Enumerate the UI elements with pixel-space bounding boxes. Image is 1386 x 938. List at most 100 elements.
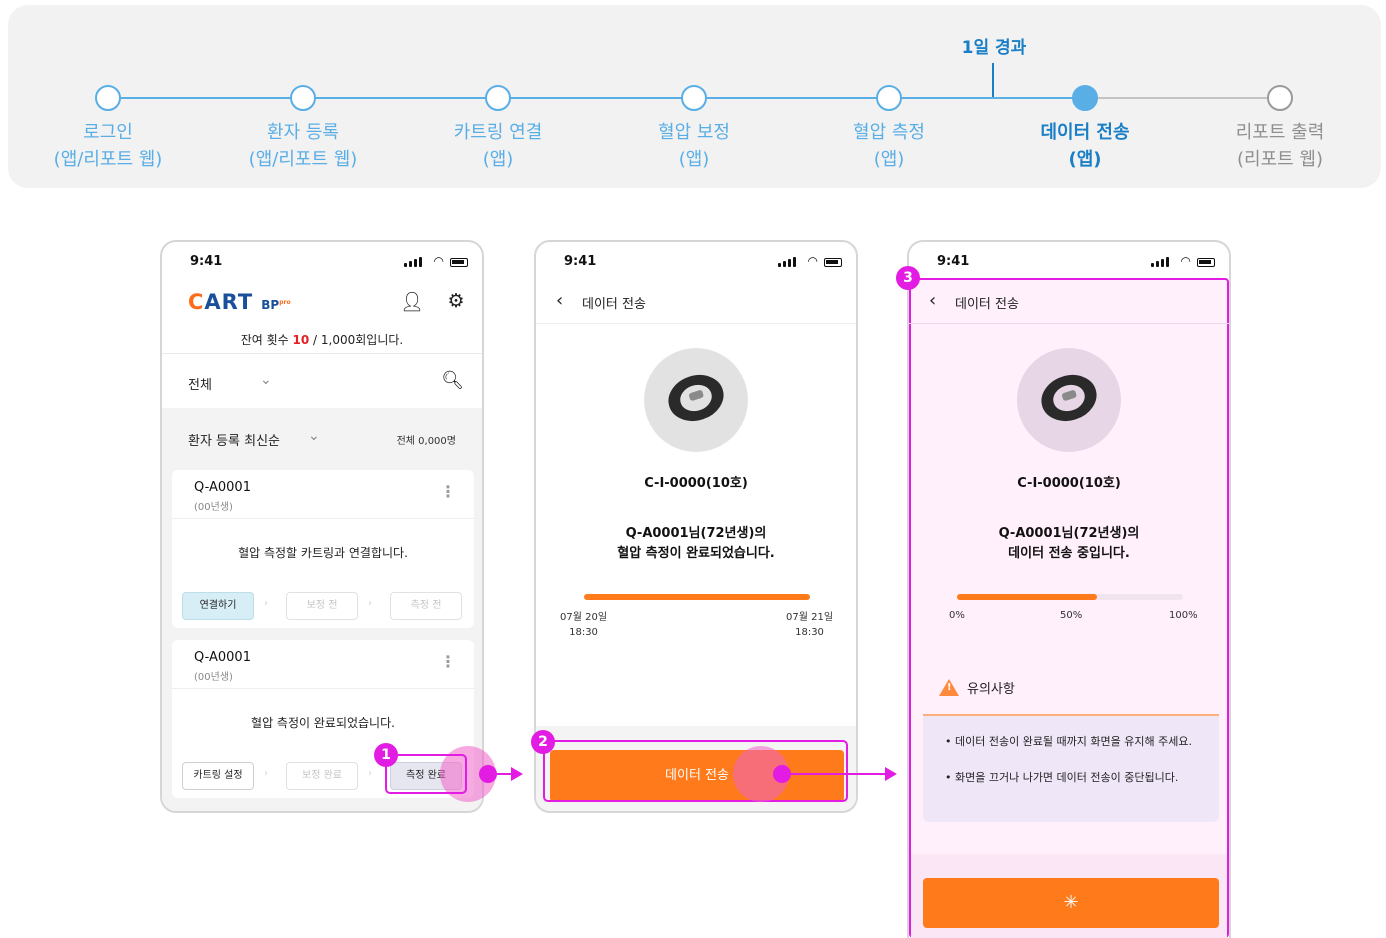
status-message: Q-A0001님(72년생)의 혈압 측정이 완료되었습니다. (617, 526, 775, 561)
remaining-count-bar: 잔여 횟수 10 / 1,000회입니다. (162, 326, 482, 354)
card-message: 혈압 측정이 완료되었습니다. (251, 716, 395, 730)
progress-tick-50: 50% (1060, 610, 1083, 621)
calibration-status: 보정 전 (286, 592, 358, 620)
calibration-status: 보정 완료 (286, 762, 358, 790)
end-datetime: 07월 21일 18:30 (786, 612, 834, 638)
patient-id: Q-A0001 (194, 480, 251, 495)
signal-icon (404, 257, 422, 267)
signal-icon (1151, 257, 1169, 267)
cartring-settings-button[interactable]: 카트링 설정 (182, 762, 254, 790)
notice-header: 유의사항 (939, 678, 1015, 697)
arrow-right-icon (511, 767, 523, 781)
step-label: 데이터 전송 (앱) (1040, 122, 1130, 170)
signal-icon (778, 257, 796, 267)
remaining-count: 10 (292, 333, 310, 347)
status-bar: 9:41 ◠ (536, 242, 856, 284)
filter-dropdown[interactable]: 전체 (188, 374, 212, 393)
arrow-right-icon (885, 767, 897, 781)
phone-patient-list: 9:41 ◠ CART BPpro 👤︎ ⚙ 잔여 횟수 10 / 1,000회… (160, 240, 484, 813)
warning-icon (939, 679, 959, 696)
measurement-period-bar (584, 594, 810, 600)
more-icon[interactable]: ⋮ (440, 482, 456, 501)
search-icon[interactable]: 🔍︎ (441, 370, 464, 391)
current-step-label: 1일 경과 (961, 38, 1027, 58)
status-bar: 9:41 ◠ (909, 242, 1229, 284)
back-icon[interactable]: ‹ (556, 290, 563, 311)
patient-card: Q-A0001 (00년생) ⋮ 혈압 측정할 카트링과 연결합니다. 연결하기… (172, 470, 474, 628)
step-label: 로그인 (앱/리포트 웹) (53, 122, 163, 170)
connector-dot (773, 765, 791, 783)
patient-list: 환자 등록 최신순 ⌄ 전체 0,000명 Q-A0001 (00년생) ⋮ 혈… (162, 408, 482, 811)
gear-icon[interactable]: ⚙ (444, 290, 468, 314)
step-dot (95, 85, 121, 111)
wifi-icon: ◠ (1180, 254, 1191, 268)
device-name: C-I-0000(10호) (644, 476, 748, 491)
start-datetime: 07월 20일 18:30 (560, 612, 608, 638)
transfer-progress-fill (957, 594, 1098, 600)
cartring-device-image (644, 348, 748, 452)
status-bar: 9:41 ◠ (162, 242, 482, 284)
arrow-line (790, 773, 886, 775)
device-name: C-I-0000(10호) (1017, 476, 1121, 491)
transfer-progress-bar (957, 594, 1183, 600)
highlight-measure-complete (385, 754, 467, 794)
step-badge-2: 2 (531, 730, 555, 754)
progress-tick-100: 100% (1169, 610, 1198, 621)
chevron-right-icon: › (368, 768, 372, 779)
chevron-right-icon: › (368, 598, 372, 609)
chevron-right-icon: › (264, 768, 268, 779)
page-title: 데이터 전송 (955, 297, 1019, 312)
step-dot (1072, 85, 1098, 111)
chevron-down-icon[interactable]: ⌄ (260, 372, 272, 388)
step-label: 환자 등록 (앱/리포트 웹) (248, 122, 358, 170)
divider (172, 518, 474, 519)
canvas: 1일 경과 로그인 (앱/리포트 웹) 환자 등록 (앱/리포트 웹) 카트링 연결… (0, 0, 1386, 938)
card-message: 혈압 측정할 카트링과 연결합니다. (238, 546, 408, 560)
page-title: 데이터 전송 (582, 297, 646, 312)
phone-measure-complete: 9:41 ◠ ‹ 데이터 전송 C-I-0000(10호) Q-A0001님(7… (534, 240, 858, 813)
back-icon[interactable]: ‹ (929, 290, 936, 311)
spinner-icon: ✳ (1063, 892, 1079, 913)
step-label: 혈압 보정 (앱) (658, 122, 730, 170)
filter-bar: 전체 ⌄ 🔍︎ (162, 364, 482, 404)
total-count: 전체 0,000명 (396, 436, 456, 447)
step-label: 리포트 출력 (리포트 웹) (1235, 122, 1325, 170)
add-user-icon[interactable]: 👤︎ (400, 290, 424, 314)
app-logo: CART BPpro (188, 290, 291, 314)
connect-button[interactable]: 연결하기 (182, 592, 254, 620)
step-bp-calibration: 혈압 보정 (앱) (614, 85, 774, 173)
step-bp-measure: 혈압 측정 (앱) (809, 85, 969, 173)
step-dot (290, 85, 316, 111)
notice-item: • 데이터 전송이 완료될 때까지 화면을 유지해 주세요. (945, 735, 1192, 748)
chevron-down-icon[interactable]: ⌄ (308, 428, 320, 444)
measure-status: 측정 전 (390, 592, 462, 620)
step-login: 로그인 (앱/리포트 웹) (28, 85, 188, 173)
highlight-transfer-button (543, 740, 848, 802)
arrow-line (496, 773, 512, 775)
progress-tick-0: 0% (949, 610, 965, 621)
patient-id: Q-A0001 (194, 650, 251, 665)
battery-icon (824, 258, 842, 267)
ring-icon (1035, 368, 1103, 428)
current-step-marker (992, 63, 994, 97)
loading-button: ✳ (923, 878, 1219, 928)
chevron-right-icon: › (264, 598, 268, 609)
step-data-transfer: 데이터 전송 (앱) (1005, 85, 1165, 173)
more-icon[interactable]: ⋮ (440, 652, 456, 671)
battery-icon (450, 258, 468, 267)
divider (172, 688, 474, 689)
cartring-device-image (1017, 348, 1121, 452)
wifi-icon: ◠ (433, 254, 444, 268)
status-time: 9:41 (190, 254, 223, 269)
nav-bar: ‹ 데이터 전송 (909, 284, 1229, 324)
notice-box: • 데이터 전송이 완료될 때까지 화면을 유지해 주세요. • 화면을 끄거나… (923, 714, 1219, 822)
ring-icon (662, 368, 730, 428)
sort-dropdown[interactable]: 환자 등록 최신순 (188, 430, 280, 449)
status-time: 9:41 (937, 254, 970, 269)
patient-birth-year: (00년생) (194, 502, 233, 513)
step-report-print: 리포트 출력 (리포트 웹) (1200, 85, 1360, 173)
step-label: 카트링 연결 (앱) (453, 122, 543, 170)
step-dot (485, 85, 511, 111)
phone-data-transferring: 9:41 ◠ ‹ 데이터 전송 C-I-0000(10호) Q-A0001님(7… (907, 240, 1231, 938)
step-dot (1267, 85, 1293, 111)
